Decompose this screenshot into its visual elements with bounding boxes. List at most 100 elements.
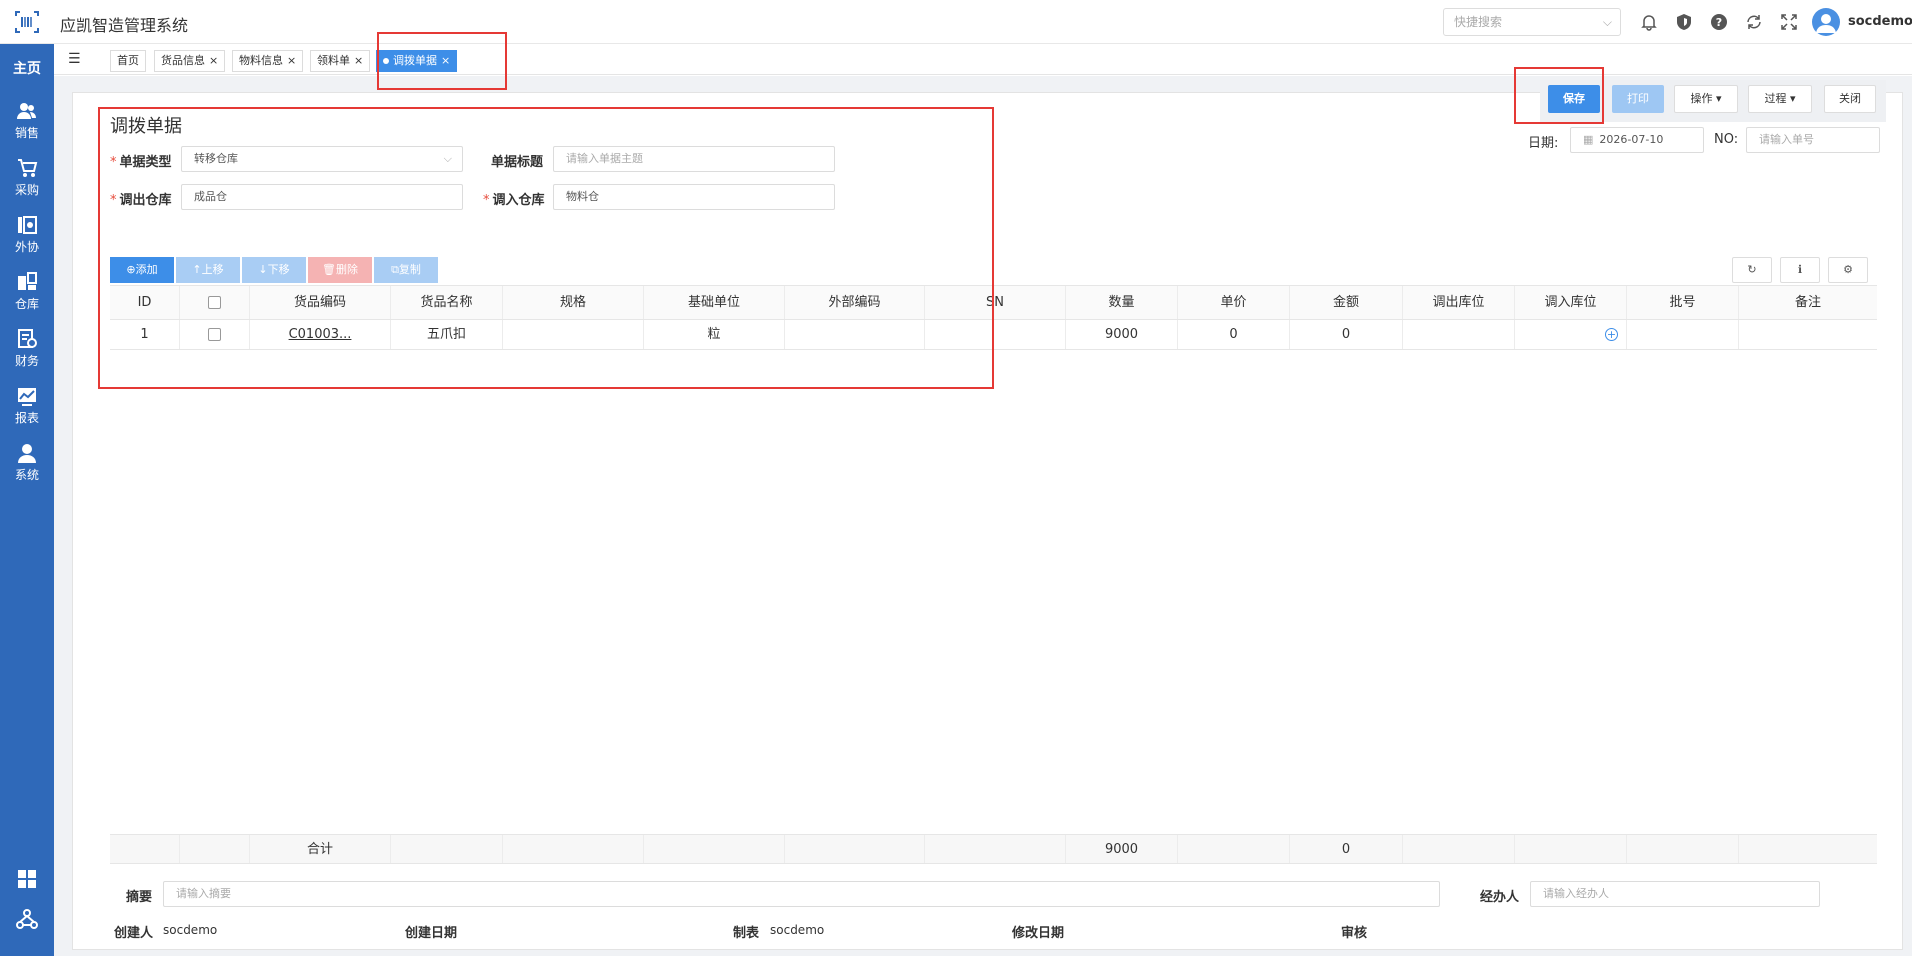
move-up-button[interactable]: ↑上移	[176, 257, 240, 283]
foot-cell	[644, 835, 785, 863]
tab-label: 货品信息	[161, 54, 205, 67]
cell-external-code[interactable]	[785, 320, 925, 349]
select-all-checkbox[interactable]	[208, 296, 221, 309]
cell-quantity[interactable]: 9000	[1066, 320, 1178, 349]
user-icon	[18, 444, 36, 463]
handler-input[interactable]: 请输入经办人	[1530, 881, 1820, 907]
tab-requisition[interactable]: 领料单 ×	[310, 50, 371, 72]
grid-footer-row: 合计 9000 0	[110, 834, 1877, 864]
cell-amount: 0	[1290, 320, 1403, 349]
save-button[interactable]: 保存	[1548, 85, 1600, 113]
sidebar-item-report[interactable]: 报表	[0, 385, 54, 435]
users-icon	[17, 103, 36, 119]
menu-toggle-icon[interactable]: ☰	[68, 51, 81, 67]
foot-cell	[391, 835, 503, 863]
doc-subject-input[interactable]: 请输入单据主题	[553, 146, 835, 172]
sidebar-item-finance[interactable]: 财务	[0, 328, 54, 378]
shield-icon[interactable]	[1675, 13, 1693, 31]
add-row-button[interactable]: ⊕添加	[110, 257, 174, 283]
cell-select[interactable]	[180, 320, 250, 349]
help-icon[interactable]: ?	[1710, 13, 1728, 31]
sidebar-home[interactable]: 主页	[0, 54, 54, 84]
date-input[interactable]: ▦ 2026-07-10	[1570, 127, 1704, 153]
add-circle-icon[interactable]: +	[1605, 328, 1618, 341]
tab-label: 领料单	[317, 54, 350, 67]
from-warehouse-label: * 调出仓库	[110, 189, 172, 208]
items-grid: ID 货品编码 货品名称 规格 基础单位 外部编码 SN 数量 单价 金额 调出…	[110, 285, 1877, 864]
grid-header-row: ID 货品编码 货品名称 规格 基础单位 外部编码 SN 数量 单价 金额 调出…	[110, 286, 1877, 320]
sidebar-item-sales[interactable]: 销售	[0, 100, 54, 150]
tab-bar: ☰ 首页 货品信息 × 物料信息 × 领料单 × 调拨单据 ×	[54, 45, 1912, 75]
close-icon[interactable]: ×	[209, 54, 218, 67]
to-warehouse-label: * 调入仓库	[483, 189, 545, 208]
summary-input[interactable]: 请输入摘要	[163, 881, 1440, 907]
col-external-code: 外部编码	[785, 286, 925, 319]
fullscreen-icon[interactable]	[1780, 13, 1798, 31]
process-dropdown[interactable]: 过程 ▾	[1748, 85, 1812, 113]
copy-row-button[interactable]: ⧉复制	[374, 257, 438, 283]
cell-id: 1	[110, 320, 180, 349]
sidebar-item-system[interactable]: 系统	[0, 442, 54, 492]
required-mark: *	[110, 155, 117, 170]
no-input[interactable]: 请输入单号	[1746, 127, 1880, 153]
calendar-icon: ▦	[1583, 133, 1594, 146]
delete-row-button[interactable]: 🗑删除	[308, 257, 372, 283]
goods-code-link[interactable]: C01003...	[289, 327, 352, 342]
avatar[interactable]	[1812, 8, 1840, 36]
close-icon[interactable]: ×	[287, 54, 296, 67]
grid-refresh-icon[interactable]: ↻	[1732, 257, 1772, 283]
tab-material-info[interactable]: 物料信息 ×	[232, 50, 304, 72]
bell-icon[interactable]	[1640, 13, 1658, 31]
close-icon[interactable]: ×	[441, 54, 450, 67]
col-select-all[interactable]	[180, 286, 250, 319]
refresh-icon[interactable]	[1745, 13, 1763, 31]
grid-info-icon[interactable]: ℹ	[1780, 257, 1820, 283]
tab-label: 调拨单据	[393, 54, 437, 67]
foot-cell	[1403, 835, 1515, 863]
creator-label: 创建人	[114, 926, 154, 941]
cell-batch[interactable]	[1627, 320, 1739, 349]
col-batch: 批号	[1627, 286, 1739, 319]
to-warehouse-input[interactable]: 物料仓	[553, 184, 835, 210]
foot-cell	[1739, 835, 1877, 863]
cart-icon	[18, 159, 38, 177]
move-down-button[interactable]: ↓下移	[242, 257, 306, 283]
org-button[interactable]	[0, 904, 54, 932]
cell-sn[interactable]	[925, 320, 1066, 349]
sidebar-item-warehouse[interactable]: 仓库	[0, 271, 54, 321]
caret-down-icon: ▾	[1715, 92, 1722, 105]
sidebar-item-outsource[interactable]: 外协	[0, 214, 54, 264]
cell-spec[interactable]	[503, 320, 644, 349]
top-header: 应凯智造管理系统 快捷搜索 ⌵ ? socdemo	[54, 0, 1912, 44]
operate-dropdown[interactable]: 操作 ▾	[1674, 85, 1738, 113]
finance-icon	[18, 329, 37, 348]
cell-out-location[interactable]	[1403, 320, 1515, 349]
tab-transfer-doc[interactable]: 调拨单据 ×	[376, 50, 458, 72]
cell-goods-code[interactable]: C01003...	[250, 320, 391, 349]
doc-type-select[interactable]: 转移仓库 ⌵	[181, 146, 463, 172]
tab-home[interactable]: 首页	[110, 50, 146, 72]
table-row[interactable]: 1 C01003... 五爪扣 粒 9000 0 0 +	[110, 320, 1877, 350]
tab-goods-info[interactable]: 货品信息 ×	[154, 50, 226, 72]
cell-base-unit: 粒	[644, 320, 785, 349]
sidebar-item-label: 系统	[14, 468, 39, 482]
to-warehouse-label-text: 调入仓库	[492, 193, 545, 208]
cell-remark[interactable]	[1739, 320, 1877, 349]
apps-grid-button[interactable]	[0, 865, 54, 893]
user-name[interactable]: socdemo	[1848, 14, 1912, 29]
barcode-logo-icon	[15, 11, 39, 33]
from-warehouse-input[interactable]: 成品仓	[181, 184, 463, 210]
close-icon[interactable]: ×	[354, 54, 363, 67]
quick-search-select[interactable]: 快捷搜索 ⌵	[1443, 8, 1621, 36]
close-button[interactable]: 关闭	[1824, 85, 1876, 113]
sidebar-item-purchase[interactable]: 采购	[0, 157, 54, 207]
cell-in-location[interactable]: +	[1515, 320, 1627, 349]
chart-icon	[18, 388, 36, 406]
col-out-location: 调出库位	[1403, 286, 1515, 319]
foot-cell	[925, 835, 1066, 863]
maker-value: socdemo	[770, 923, 825, 937]
grid-settings-icon[interactable]: ⚙	[1828, 257, 1868, 283]
print-button[interactable]: 打印	[1612, 85, 1664, 113]
row-checkbox[interactable]	[208, 328, 221, 341]
cell-unit-price[interactable]: 0	[1178, 320, 1290, 349]
